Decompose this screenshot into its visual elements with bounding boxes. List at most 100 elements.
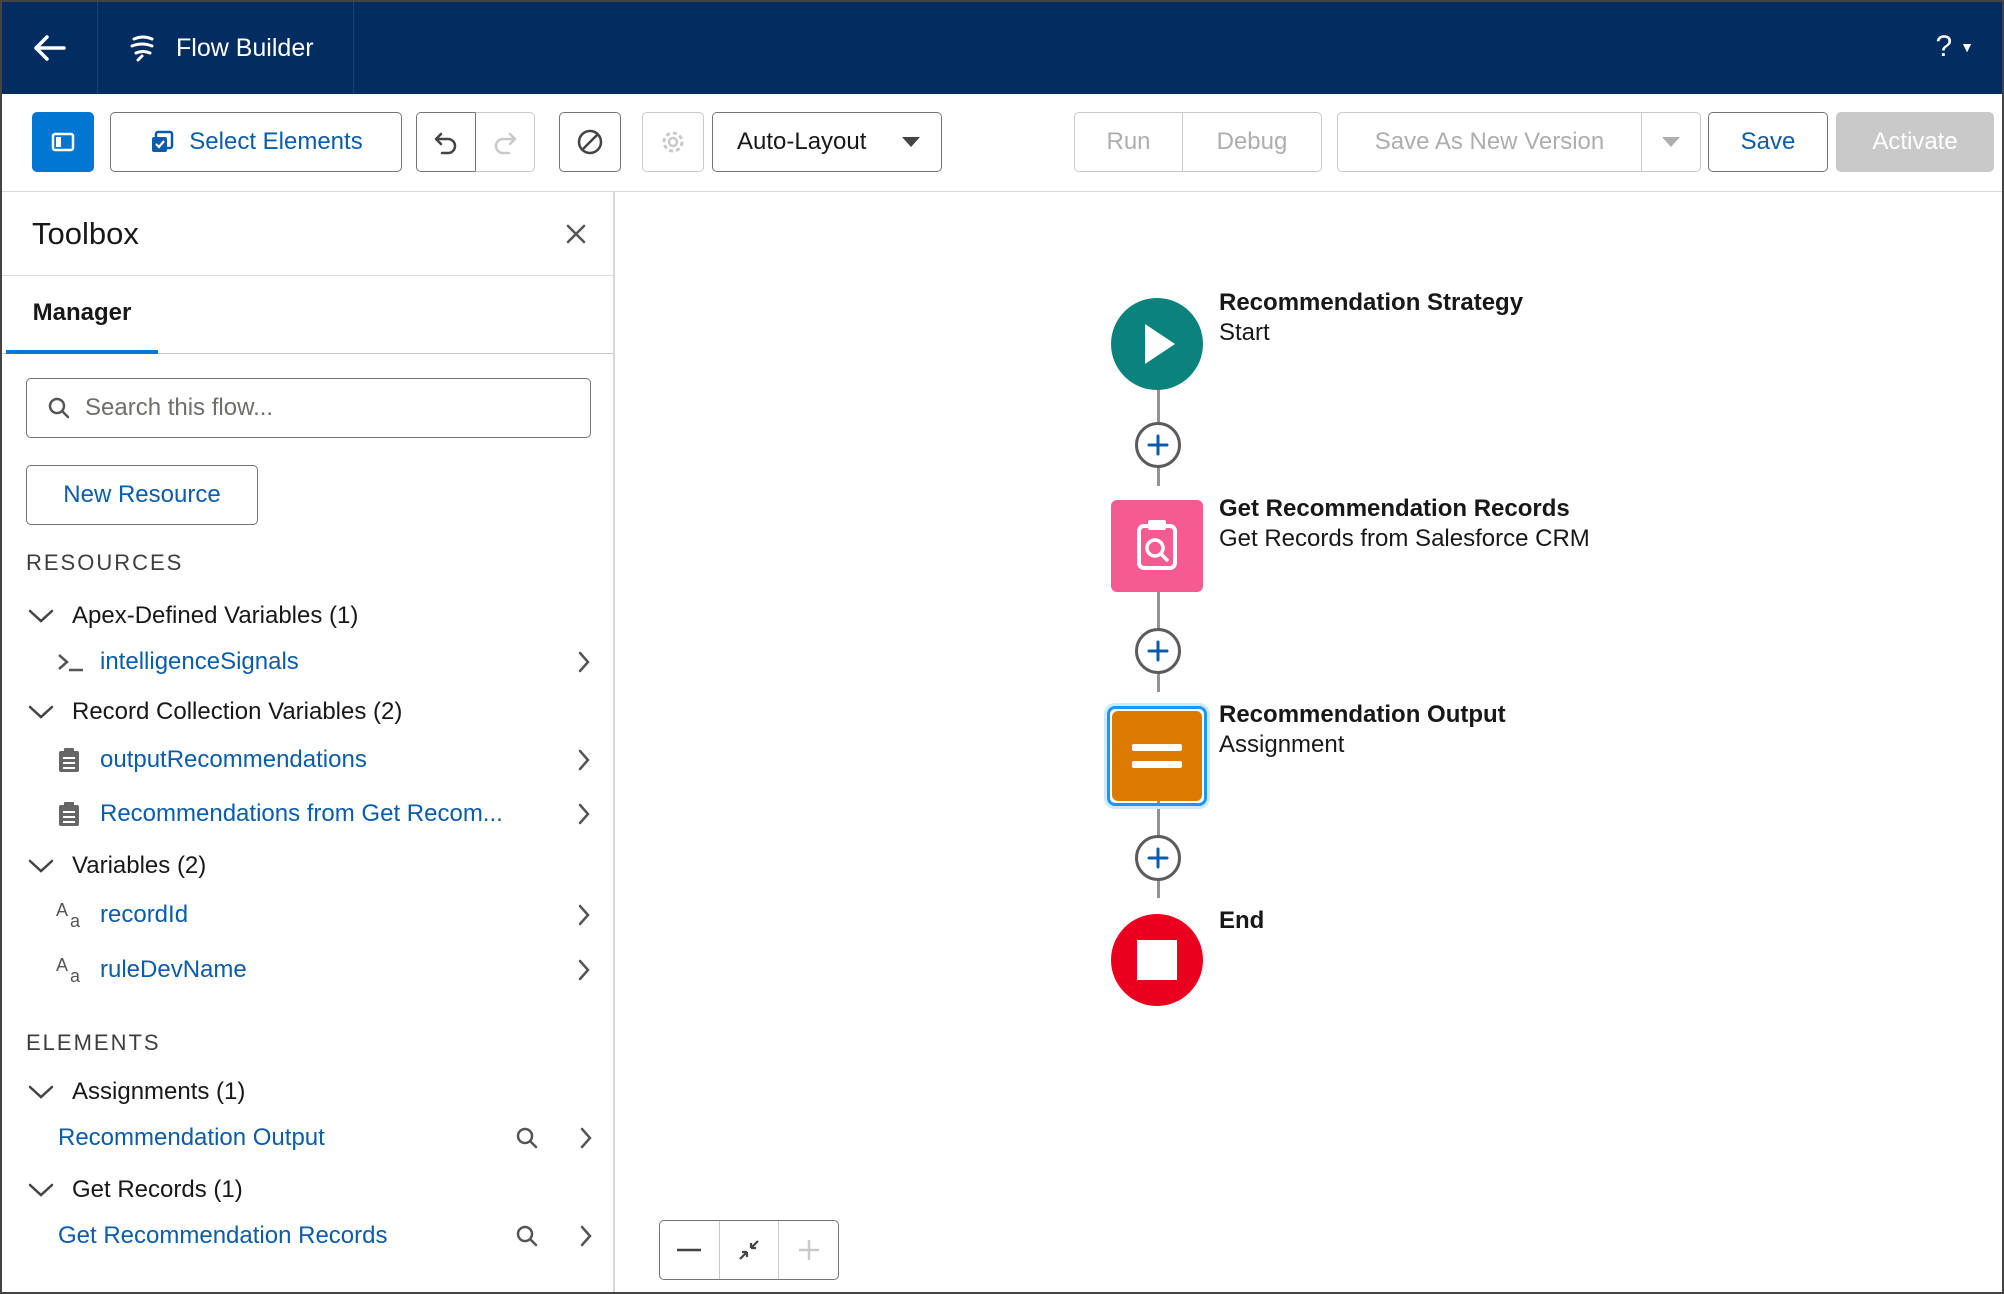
search-icon[interactable] <box>512 1224 542 1248</box>
plus-icon <box>1147 640 1169 662</box>
caret-down-icon <box>1662 137 1680 147</box>
element-item-recommendation-output[interactable]: Recommendation Output <box>58 1124 598 1152</box>
help-menu[interactable]: ? ▼ <box>1935 30 1974 64</box>
gear-icon <box>662 131 684 153</box>
node-title: Recommendation Strategy <box>1219 289 1524 316</box>
chevron-right-icon[interactable] <box>572 958 596 982</box>
node-subtitle: Assignment <box>1219 731 1345 758</box>
element-label: Recommendation Output <box>58 1124 325 1151</box>
toolbox-title: Toolbox <box>32 215 139 251</box>
tab-manager[interactable]: Manager <box>6 276 158 354</box>
chevron-right-icon[interactable] <box>574 1126 598 1150</box>
svg-text:A: A <box>56 900 68 920</box>
save-as-new-version-button[interactable]: Save As New Version <box>1337 112 1642 172</box>
undo-button[interactable] <box>416 112 476 172</box>
resource-item-output-recommendations[interactable]: outputRecommendations <box>56 746 596 774</box>
plus-icon <box>1147 847 1169 869</box>
toggle-panel-button[interactable] <box>32 112 94 172</box>
chevron-right-icon[interactable] <box>572 650 596 674</box>
svg-text:a: a <box>70 911 81 930</box>
save-menu-button[interactable] <box>1641 112 1701 172</box>
redo-button[interactable] <box>475 112 535 172</box>
get-records-icon <box>1111 500 1203 592</box>
group-apex-defined-variables[interactable]: Apex-Defined Variables (1) <box>28 602 358 630</box>
get-records-node-label: Get Recommendation Records Get Records f… <box>1219 494 1590 554</box>
ban-icon <box>577 129 603 155</box>
group-label: Apex-Defined Variables (1) <box>72 602 359 629</box>
select-icon <box>152 130 174 152</box>
app-header: Flow Builder ? ▼ <box>2 2 2002 94</box>
undo-icon <box>434 132 457 155</box>
chevron-right-icon[interactable] <box>572 748 596 772</box>
settings-button[interactable] <box>642 112 704 172</box>
close-icon[interactable] <box>565 223 587 245</box>
flow-canvas[interactable]: Recommendation Strategy Start Get Recomm… <box>617 192 2002 1292</box>
group-label: Assignments (1) <box>72 1078 246 1105</box>
new-resource-button[interactable]: New Resource <box>26 465 258 525</box>
search-icon[interactable] <box>512 1126 542 1150</box>
group-variables[interactable]: Variables (2) <box>28 852 206 880</box>
search-box[interactable] <box>26 378 591 438</box>
play-icon <box>1111 298 1203 390</box>
stop-button[interactable] <box>559 112 621 172</box>
start-node-label: Recommendation Strategy Start <box>1219 288 1523 348</box>
help-icon: ? <box>1935 30 1953 63</box>
activate-button[interactable]: Activate <box>1836 112 1994 172</box>
arrow-left-icon <box>33 35 66 61</box>
chevron-down-icon: ▼ <box>1960 39 1974 55</box>
zoom-in-button[interactable] <box>779 1221 838 1279</box>
group-label: Variables (2) <box>72 852 207 879</box>
end-node[interactable] <box>1111 914 1203 1006</box>
chevron-right-icon[interactable] <box>572 802 596 826</box>
search-icon <box>48 397 70 419</box>
apex-icon <box>56 650 90 674</box>
node-subtitle: Get Records from Salesforce CRM <box>1219 525 1590 552</box>
node-title: Recommendation Output <box>1219 701 1506 728</box>
resource-item-recommendations-from-get-records[interactable]: Recommendations from Get Recom... <box>56 800 596 828</box>
back-button[interactable] <box>2 2 98 94</box>
resource-label: outputRecommendations <box>100 746 367 773</box>
resource-label: recordId <box>100 901 189 928</box>
group-assignments[interactable]: Assignments (1) <box>28 1078 245 1106</box>
node-title: End <box>1219 907 1265 934</box>
chevron-down-icon <box>28 609 54 623</box>
get-records-node[interactable] <box>1111 500 1203 592</box>
chevron-down-icon <box>28 1085 54 1099</box>
add-element-button[interactable] <box>1135 422 1181 468</box>
toolbox-tabs: Manager <box>2 276 613 354</box>
zoom-out-button[interactable] <box>660 1221 720 1279</box>
search-input[interactable] <box>85 394 565 422</box>
group-record-collection-variables[interactable]: Record Collection Variables (2) <box>28 698 402 726</box>
fit-to-view-button[interactable] <box>720 1221 780 1279</box>
resource-item-intelligence-signals[interactable]: intelligenceSignals <box>56 648 596 676</box>
resource-item-record-id[interactable]: Aa recordId <box>56 900 596 930</box>
run-button[interactable]: Run <box>1074 112 1183 172</box>
layout-mode-label: Auto-Layout <box>737 128 867 155</box>
add-element-button[interactable] <box>1135 628 1181 674</box>
debug-button[interactable]: Debug <box>1182 112 1322 172</box>
element-item-get-recommendation-records[interactable]: Get Recommendation Records <box>58 1222 598 1250</box>
layout-mode-select[interactable]: Auto-Layout <box>712 112 942 172</box>
save-button[interactable]: Save <box>1708 112 1828 172</box>
toolbox-panel: Toolbox Manager New Resource RESOURCES A… <box>2 192 615 1292</box>
panel-icon <box>51 132 75 152</box>
plus-icon <box>1147 434 1169 456</box>
stop-icon <box>1111 914 1203 1006</box>
add-element-button[interactable] <box>1135 835 1181 881</box>
element-label: Get Recommendation Records <box>58 1222 388 1249</box>
select-elements-button[interactable]: Select Elements <box>110 112 402 172</box>
group-label: Record Collection Variables (2) <box>72 698 403 725</box>
zoom-controls <box>659 1220 839 1280</box>
chevron-right-icon[interactable] <box>574 1224 598 1248</box>
redo-icon <box>494 132 517 155</box>
select-elements-label: Select Elements <box>189 128 363 155</box>
chevron-down-icon <box>28 859 54 873</box>
assignment-node[interactable] <box>1107 706 1207 806</box>
toolbox-header: Toolbox <box>2 192 613 276</box>
resource-item-rule-dev-name[interactable]: Aa ruleDevName <box>56 955 596 985</box>
group-label: Get Records (1) <box>72 1176 243 1203</box>
node-title: Get Recommendation Records <box>1219 495 1570 522</box>
group-get-records[interactable]: Get Records (1) <box>28 1176 243 1204</box>
chevron-right-icon[interactable] <box>572 903 596 927</box>
start-node[interactable] <box>1111 298 1203 390</box>
